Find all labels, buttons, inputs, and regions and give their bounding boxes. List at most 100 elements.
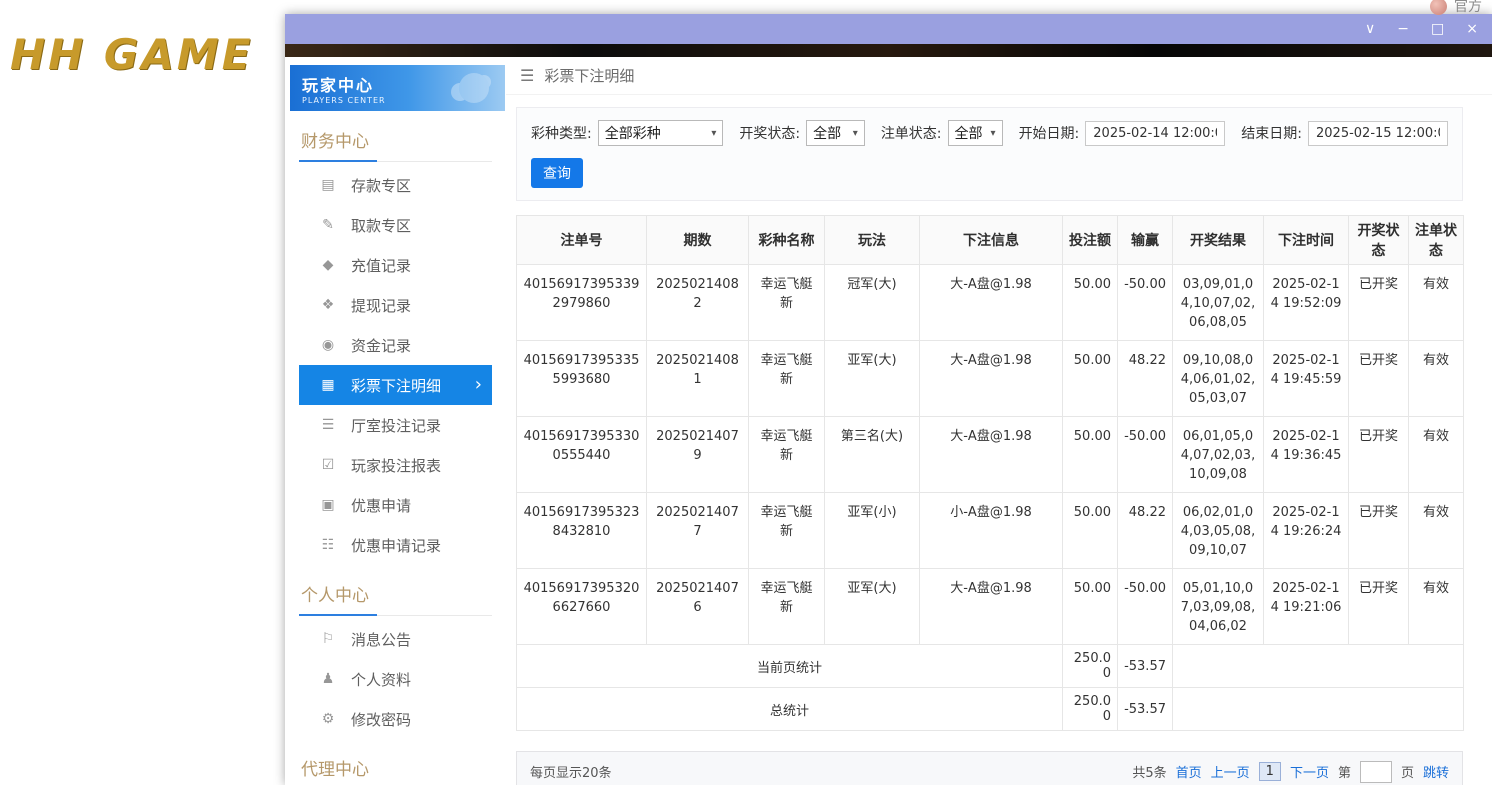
table-row: 401569173953355993680 20250214081 幸运飞艇新 …: [517, 341, 1464, 417]
user-icon: ♟: [319, 671, 337, 687]
promo-apply-icon: ▣: [319, 497, 337, 513]
window-minimize-button[interactable]: −: [1397, 22, 1409, 36]
current-page-indicator[interactable]: 1: [1259, 762, 1281, 781]
sidebar-item-label: 修改密码: [351, 709, 411, 730]
section-title-personal: 个人中心: [299, 565, 492, 616]
pagination-bar: 每页显示20条 共5条 首页 上一页 1 下一页 第 页 跳转: [516, 751, 1463, 785]
sidebar-item-hall-bet-records[interactable]: ☰ 厅室投注记录: [299, 405, 492, 445]
table-cell: 2025-02-14 19:52:09: [1264, 265, 1349, 341]
summary-label: 当前页统计: [517, 645, 1063, 688]
window-close-button[interactable]: ×: [1466, 22, 1478, 36]
table-cell: 06,01,05,04,07,02,03,10,09,08: [1173, 417, 1264, 493]
table-cell: 401569173953392979860: [517, 265, 647, 341]
order-status-select[interactable]: 全部 ▾: [948, 120, 1003, 146]
official-link[interactable]: 官方: [1454, 0, 1482, 16]
column-header: 下注信息: [920, 216, 1063, 265]
sidebar-item-lottery-bet-details[interactable]: ▦ 彩票下注明细 ›: [299, 365, 492, 405]
total-count-text: 共5条: [1132, 762, 1166, 781]
jump-prefix-text: 第: [1338, 762, 1351, 781]
table-row: 401569173953392979860 20250214082 幸运飞艇新 …: [517, 265, 1464, 341]
table-cell: 09,10,08,04,06,01,02,05,03,07: [1173, 341, 1264, 417]
page-jump-input[interactable]: [1360, 761, 1392, 783]
draw-status-select[interactable]: 全部 ▾: [806, 120, 865, 146]
window-titlebar: ∨ − □ ×: [285, 14, 1492, 44]
sidebar-item-promo-apply-records[interactable]: ☷ 优惠申请记录: [299, 525, 492, 565]
window-maximize-button[interactable]: □: [1431, 22, 1444, 36]
summary-winloss-total: -53.57: [1118, 645, 1173, 688]
order-status-label: 注单状态:: [881, 123, 942, 143]
sidebar-item-label: 优惠申请记录: [351, 535, 441, 556]
players-center-title: 玩家中心: [302, 72, 386, 96]
sidebar-item-change-password[interactable]: ⚙ 修改密码: [299, 699, 492, 739]
draw-status-label: 开奖状态:: [739, 123, 800, 143]
table-cell: 401569173953300555440: [517, 417, 647, 493]
sidebar-item-label: 个人资料: [351, 669, 411, 690]
table-cell: 05,01,10,07,03,09,08,04,06,02: [1173, 569, 1264, 645]
lottery-type-select[interactable]: 全部彩种 ▾: [598, 120, 724, 146]
sidebar-item-withdraw-zone[interactable]: ✎ 取款专区: [299, 205, 492, 245]
sidebar-item-player-bet-report[interactable]: ☑ 玩家投注报表: [299, 445, 492, 485]
page-size-text: 每页显示20条: [530, 762, 612, 781]
table-cell: 亚军(小): [825, 493, 920, 569]
deposit-icon: ▤: [319, 177, 337, 193]
sidebar-item-profile[interactable]: ♟ 个人资料: [299, 659, 492, 699]
sidebar-item-promo-apply[interactable]: ▣ 优惠申请: [299, 485, 492, 525]
table-cell: 已开奖: [1349, 341, 1409, 417]
window-roll-button[interactable]: ∨: [1365, 22, 1375, 36]
table-cell: 小-A盘@1.98: [920, 493, 1063, 569]
table-cell: 亚军(大): [825, 569, 920, 645]
sidebar-item-recharge-records[interactable]: ◆ 充值记录: [299, 245, 492, 285]
query-button[interactable]: 查询: [531, 158, 583, 188]
column-header: 彩种名称: [749, 216, 825, 265]
column-header: 开奖结果: [1173, 216, 1264, 265]
column-header: 玩法: [825, 216, 920, 265]
table-cell: 2025-02-14 19:26:24: [1264, 493, 1349, 569]
jump-button[interactable]: 跳转: [1423, 762, 1449, 781]
table-cell: -50.00: [1118, 569, 1173, 645]
table-cell: 2025-02-14 19:45:59: [1264, 341, 1349, 417]
sidebar-item-funds-records[interactable]: ◉ 资金记录: [299, 325, 492, 365]
start-date-label: 开始日期:: [1019, 123, 1080, 143]
first-page-link[interactable]: 首页: [1176, 762, 1202, 781]
table-cell: 有效: [1409, 265, 1464, 341]
column-header: 注单号: [517, 216, 647, 265]
table-cell: 2025-02-14 19:36:45: [1264, 417, 1349, 493]
filter-panel: 彩种类型: 全部彩种 ▾ 开奖状态: 全部 ▾ 注单状态: 全部 ▾: [516, 107, 1463, 201]
table-cell: 20250214082: [647, 265, 749, 341]
hall-bet-icon: ☰: [319, 417, 337, 433]
table-cell: 亚军(大): [825, 341, 920, 417]
next-page-link[interactable]: 下一页: [1290, 762, 1329, 781]
hamburger-icon[interactable]: ☰: [520, 66, 534, 85]
table-cell: 幸运飞艇新: [749, 417, 825, 493]
summary-bet-total: 250.00: [1063, 688, 1118, 731]
bell-icon: ⚐: [319, 631, 337, 647]
globe-icon[interactable]: [1430, 0, 1447, 15]
prev-page-link[interactable]: 上一页: [1211, 762, 1250, 781]
summary-label: 总统计: [517, 688, 1063, 731]
app-window: ∨ − □ × 玩家中心 PLAYERS CENTER 财务中心 ▤ 存款专区: [285, 14, 1492, 785]
sidebar-item-announcements[interactable]: ⚐ 消息公告: [299, 619, 492, 659]
table-row: 401569173953206627660 20250214076 幸运飞艇新 …: [517, 569, 1464, 645]
lottery-detail-icon: ▦: [319, 377, 337, 393]
banner-strip: [285, 44, 1492, 57]
sidebar-item-cashout-records[interactable]: ❖ 提现记录: [299, 285, 492, 325]
end-date-input[interactable]: [1308, 121, 1448, 146]
top-right-bar: 官方: [1430, 0, 1482, 16]
sidebar-item-label: 充值记录: [351, 255, 411, 276]
players-center-subtitle: PLAYERS CENTER: [302, 96, 386, 105]
column-header: 投注额: [1063, 216, 1118, 265]
finance-section: 财务中心 ▤ 存款专区 ✎ 取款专区 ◆ 充值记录 ❖ 提现记录: [285, 111, 506, 785]
sidebar-item-deposit-zone[interactable]: ▤ 存款专区: [299, 165, 492, 205]
page-header: ☰ 彩票下注明细: [506, 57, 1492, 95]
end-date-label: 结束日期:: [1241, 123, 1302, 143]
chevron-down-icon: ▾: [853, 128, 858, 139]
withdraw-icon: ✎: [319, 217, 337, 233]
promo-record-icon: ☷: [319, 537, 337, 553]
lottery-type-value: 全部彩种: [605, 123, 661, 143]
table-cell: -50.00: [1118, 265, 1173, 341]
table-cell: 03,09,01,04,10,07,02,06,08,05: [1173, 265, 1264, 341]
table-cell: 401569173953238432810: [517, 493, 647, 569]
table-cell: 第三名(大): [825, 417, 920, 493]
start-date-input[interactable]: [1085, 121, 1225, 146]
table-cell: 大-A盘@1.98: [920, 569, 1063, 645]
